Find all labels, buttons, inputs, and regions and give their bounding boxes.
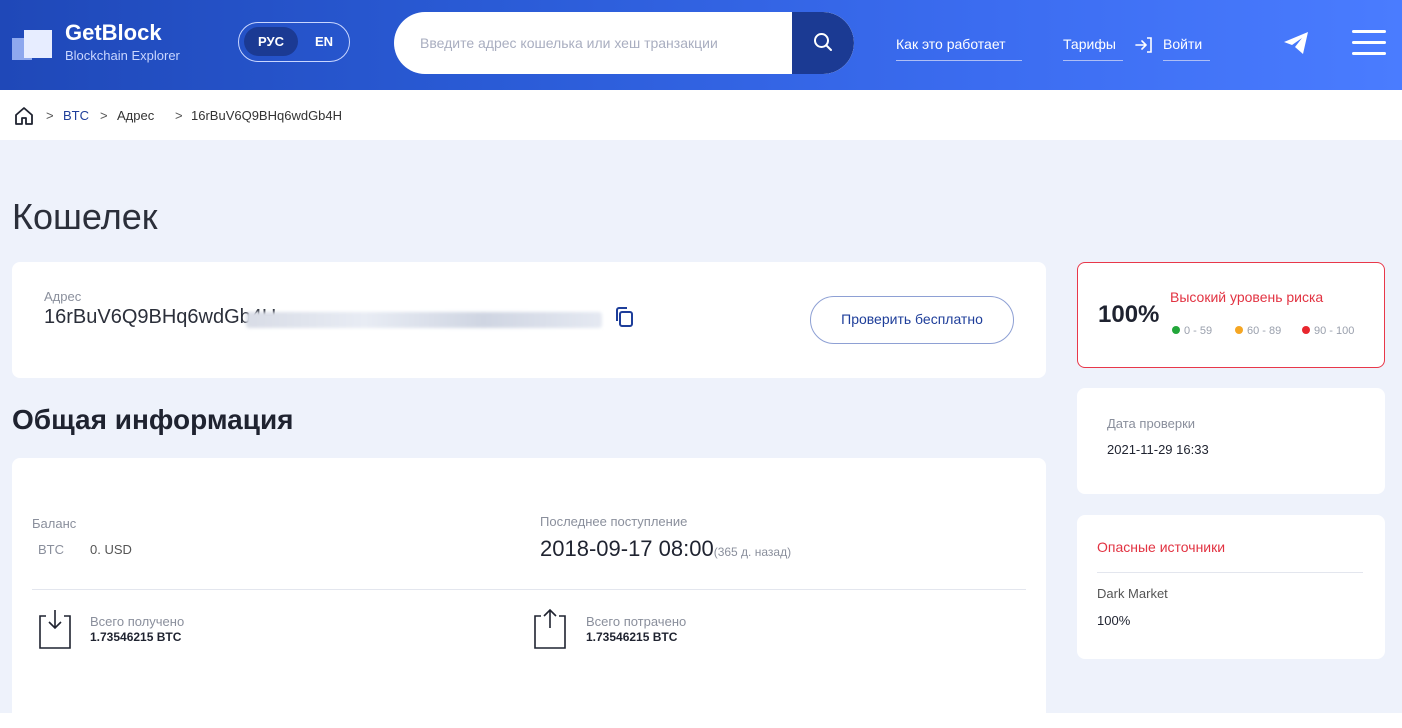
last-income-date: 2018-09-17 08:00(365 д. назад) [540,536,791,562]
risk-legend-high: 90 - 100 [1302,325,1354,337]
address-card: Адрес 16rBuV6Q9BHq6wdGb4H Проверить бесп… [12,262,1046,378]
telegram-icon[interactable] [1282,30,1310,56]
check-date-value: 2021-11-29 16:33 [1107,442,1209,457]
risk-card: 100% Высокий уровень риска 0 - 59 60 - 8… [1077,262,1385,368]
search-button[interactable] [792,12,854,74]
last-income-ago: (365 д. назад) [713,545,792,559]
received-label: Всего получено [90,614,185,629]
logo-title: GetBlock [65,20,162,45]
green-dot-icon [1172,326,1180,335]
nav-how-it-works[interactable]: Как это работает [896,36,1006,52]
copy-icon[interactable] [614,306,634,328]
address-label: Адрес [44,289,82,304]
nav-login-underline [1163,60,1210,61]
source-name: Dark Market [1097,586,1168,601]
dangerous-sources-title: Опасные источники [1097,539,1226,555]
balance-label: Баланс [32,516,77,531]
language-switch: РУС EN [238,22,350,62]
search-bar [394,12,854,74]
risk-level: Высокий уровень риска [1170,289,1324,305]
breadcrumb-separator: > [175,108,183,123]
breadcrumb-section[interactable]: Адрес [117,108,154,123]
sources-divider [1097,572,1363,573]
general-info-heading: Общая информация [12,404,294,435]
orange-dot-icon [1235,326,1243,335]
spent-label: Всего потрачено [586,614,687,629]
check-date-card: Дата проверки 2021-11-29 16:33 [1077,388,1385,494]
risk-legend-low: 0 - 59 [1172,325,1212,337]
main-content: Кошелек Адрес 16rBuV6Q9BHq6wdGb4H Провер… [0,140,1402,728]
last-income-label: Последнее поступление [540,514,688,529]
top-header: GetBlock Blockchain Explorer РУС EN Как … [0,0,1402,90]
breadcrumb-separator: > [46,108,54,123]
menu-icon[interactable] [1352,30,1386,56]
spent-value: 1.73546215 BTC [586,630,678,644]
check-date-label: Дата проверки [1107,416,1196,431]
spent-icon [534,608,566,649]
wallet-address-blur [246,312,602,328]
nav-tariffs-underline [1063,60,1123,61]
breadcrumb-separator: > [100,108,108,123]
nav-how-underline [896,60,1022,61]
logo-subtitle: Blockchain Explorer [65,48,180,63]
breadcrumb-coin[interactable]: BTC [63,108,89,123]
logo-mark-icon [12,26,54,62]
search-icon [814,33,832,51]
page-title: Кошелек [12,196,158,237]
balance-value: 0. USD [90,542,132,557]
dangerous-sources-card: Опасные источники Dark Market 100% [1077,515,1385,659]
lang-en-button[interactable]: EN [307,27,341,56]
last-income-date-value: 2018-09-17 08:00 [540,536,714,561]
nav-tariffs[interactable]: Тарифы [1063,36,1116,52]
info-divider [32,589,1026,590]
breadcrumb-address: 16rBuV6Q9BHq6wdGb4H [191,108,343,123]
general-info-card: Баланс BTC 0. USD Последнее поступление … [12,458,1046,728]
balance-unit: BTC [38,542,64,557]
red-dot-icon [1302,326,1310,335]
risk-legend-mid: 60 - 89 [1235,325,1281,337]
login-icon[interactable] [1134,36,1154,54]
search-input[interactable] [394,12,792,74]
received-value: 1.73546215 BTC [90,630,182,644]
received-icon [39,610,71,649]
logo[interactable]: GetBlock Blockchain Explorer [12,18,202,68]
breadcrumb: > BTC > Адрес > 16rBuV6Q9BHq6wdGb4H [0,90,1402,211]
check-free-button[interactable]: Проверить бесплатно [810,296,1014,344]
home-icon[interactable] [14,106,34,126]
nav-login[interactable]: Войти [1163,36,1202,52]
source-value: 100% [1097,613,1131,628]
lang-ru-button[interactable]: РУС [244,27,298,56]
risk-percent: 100% [1098,301,1160,328]
wallet-address: 16rBuV6Q9BHq6wdGb4H [44,306,277,328]
